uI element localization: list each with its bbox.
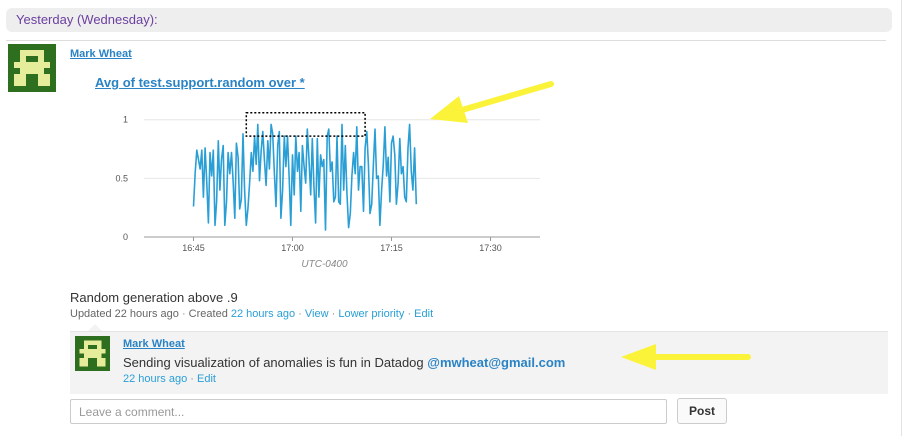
- view-link[interactable]: View: [305, 308, 329, 320]
- mention-link[interactable]: @mwheat@gmail.com: [427, 355, 565, 370]
- comment-avatar[interactable]: [75, 336, 110, 371]
- x-tick-label: 17:00: [281, 243, 304, 253]
- highlight-box: [245, 111, 366, 137]
- comment-body: Sending visualization of anomalies is fu…: [123, 355, 424, 370]
- comment-pointer: [88, 324, 102, 331]
- edit-link[interactable]: Edit: [414, 308, 433, 320]
- day-header: Yesterday (Wednesday):: [6, 8, 892, 32]
- y-tick-label: 0: [123, 232, 128, 242]
- meta-separator: ·: [190, 373, 194, 385]
- post-button[interactable]: Post: [677, 398, 727, 424]
- created-label: Created: [188, 308, 228, 320]
- chart-svg: 0 0.5 1 16:45 17:00 17:15 17:30 UTC-0400: [115, 111, 540, 270]
- x-tick-label: 16:45: [182, 243, 205, 253]
- meta-separator: ·: [331, 308, 336, 320]
- lower-priority-link[interactable]: Lower priority: [338, 308, 404, 320]
- meta-separator: ·: [407, 308, 412, 320]
- avatar[interactable]: [8, 44, 56, 92]
- x-axis-label: UTC-0400: [301, 259, 348, 270]
- y-tick-label: 0.5: [115, 173, 128, 183]
- meta-separator: ·: [181, 308, 186, 320]
- x-tick-label: 17:15: [380, 243, 403, 253]
- meta-separator: ·: [298, 308, 302, 320]
- comment-text: Sending visualization of anomalies is fu…: [123, 355, 565, 370]
- timeseries-chart: 0 0.5 1 16:45 17:00 17:15 17:30 UTC-0400: [110, 100, 560, 275]
- comment-author-link[interactable]: Mark Wheat: [123, 338, 185, 350]
- divider: [901, 0, 902, 436]
- graph-title-link[interactable]: Avg of test.support.random over *: [95, 75, 305, 90]
- updated-text: Updated 22 hours ago: [70, 308, 179, 320]
- comment-edit-link[interactable]: Edit: [197, 373, 216, 385]
- x-tick-label: 17:30: [479, 243, 502, 253]
- event-title: Random generation above .9: [70, 290, 238, 305]
- series-line: [192, 123, 418, 231]
- comment-time-link[interactable]: 22 hours ago: [123, 373, 187, 385]
- event-author-link[interactable]: Mark Wheat: [70, 48, 132, 60]
- event-meta: Updated 22 hours ago · Created 22 hours …: [70, 308, 433, 320]
- pixel-avatar-icon: [75, 336, 110, 371]
- created-time-link[interactable]: 22 hours ago: [231, 308, 295, 320]
- pixel-avatar-icon: [8, 44, 56, 92]
- y-tick-label: 1: [123, 115, 128, 125]
- comment-input[interactable]: [70, 399, 667, 424]
- day-header-label: Yesterday (Wednesday):: [16, 12, 158, 27]
- divider: [6, 40, 886, 41]
- comment-meta: 22 hours ago · Edit: [123, 373, 216, 385]
